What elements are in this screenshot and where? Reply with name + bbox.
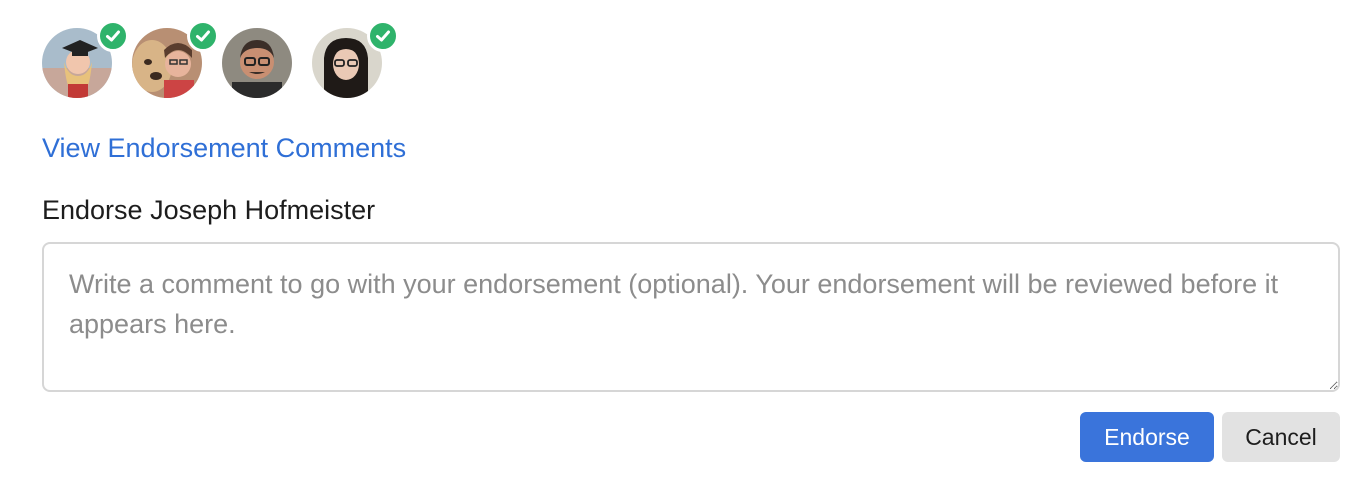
cancel-button[interactable]: Cancel xyxy=(1222,412,1340,462)
view-endorsement-comments-link[interactable]: View Endorsement Comments xyxy=(42,133,406,164)
endorsement-comment-input[interactable] xyxy=(42,242,1340,392)
endorse-form-label: Endorse Joseph Hofmeister xyxy=(42,195,376,225)
endorsed-check-icon xyxy=(367,20,399,52)
endorsed-check-icon xyxy=(187,20,219,52)
avatar[interactable] xyxy=(222,28,292,98)
endorse-button[interactable]: Endorse xyxy=(1080,412,1214,462)
endorsed-check-icon xyxy=(97,20,129,52)
man-with-glasses-photo-icon xyxy=(222,28,292,98)
